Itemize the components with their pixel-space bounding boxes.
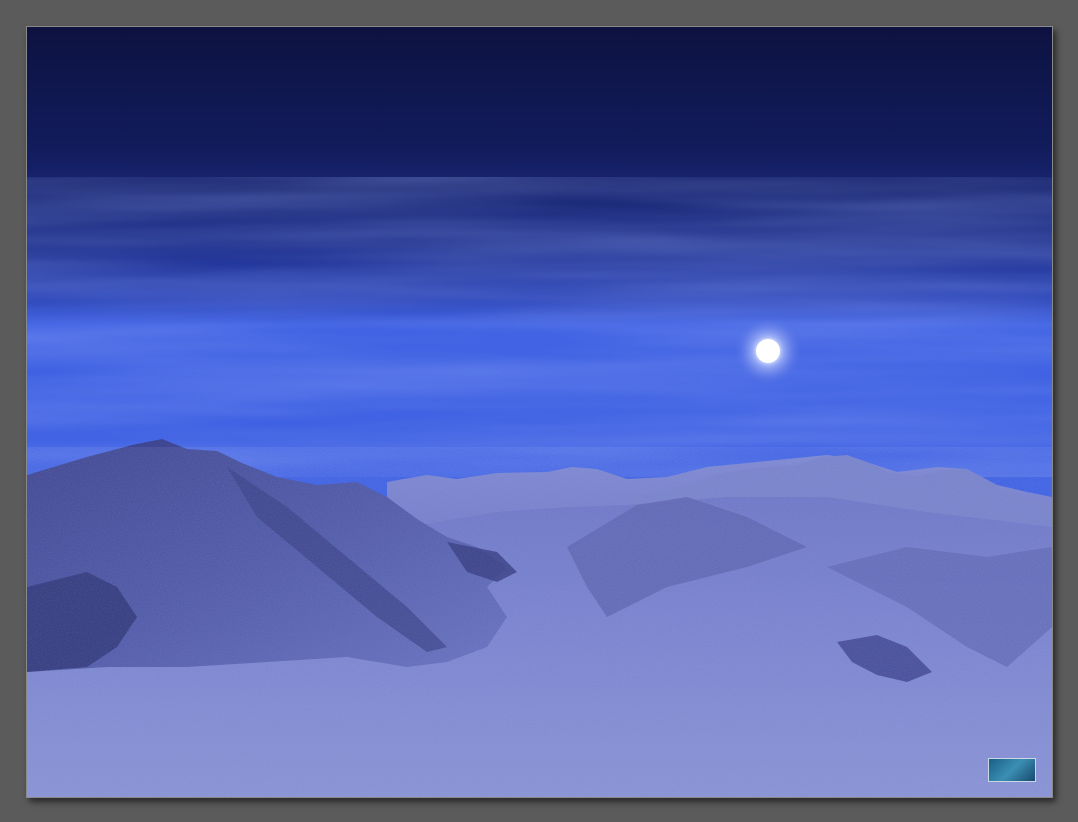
landscape-image xyxy=(26,26,1053,798)
night-mountain-scene xyxy=(27,27,1052,797)
picture-frame xyxy=(0,0,1078,822)
signature-logo-icon xyxy=(988,758,1036,782)
snow-texture xyxy=(27,447,1052,797)
cloud-streaks xyxy=(27,177,1052,477)
moon xyxy=(756,339,780,363)
